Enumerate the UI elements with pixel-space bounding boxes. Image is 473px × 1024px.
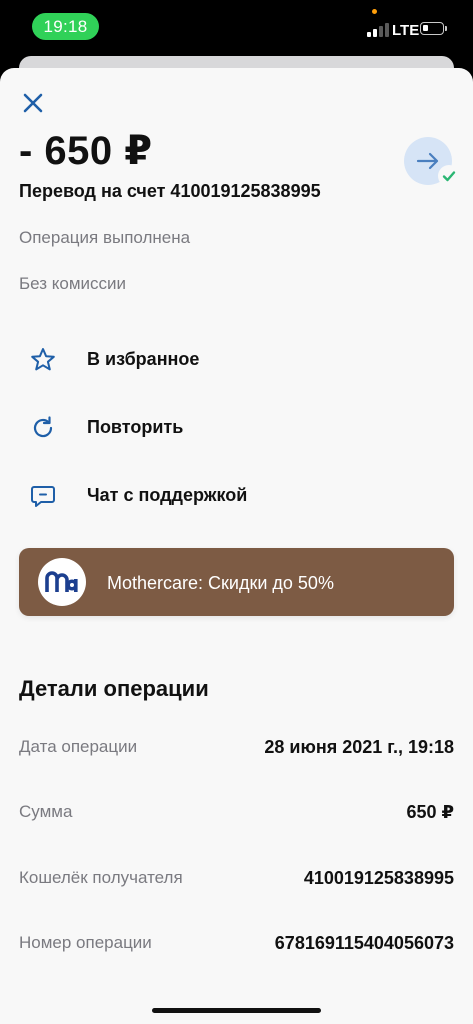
- support-chat-label: Чат с поддержкой: [87, 485, 248, 505]
- repeat-label: Повторить: [87, 417, 184, 437]
- operation-fee: Без комиссии: [19, 274, 127, 293]
- detail-row-date: Дата операции 28 июня 2021 г., 19:18: [19, 737, 454, 761]
- cellular-signal-icon: [367, 23, 389, 37]
- detail-row-operation-number: Номер операции 678169115404056073: [19, 933, 454, 957]
- refresh-icon: [33, 416, 53, 438]
- detail-row-sum: Сумма 650 ₽: [19, 802, 454, 826]
- network-type: LTE: [392, 22, 420, 39]
- battery-icon: [420, 22, 444, 35]
- close-button[interactable]: [20, 90, 46, 116]
- operation-status: Операция выполнена: [19, 228, 191, 247]
- check-icon: [442, 171, 456, 182]
- mothercare-logo: [45, 571, 78, 592]
- chat-icon: [31, 486, 55, 507]
- operation-title: Перевод на счет 410019125838995: [19, 181, 321, 201]
- detail-label: Сумма: [19, 802, 73, 821]
- detail-value: 650 ₽: [406, 802, 454, 822]
- details-title: Детали операции: [19, 676, 209, 701]
- detail-label: Дата операции: [19, 737, 138, 756]
- status-time[interactable]: 19:18: [32, 13, 99, 40]
- support-chat-button[interactable]: Чат с поддержкой: [0, 470, 473, 520]
- mic-indicator-dot: [372, 9, 377, 14]
- repeat-button[interactable]: Повторить: [0, 402, 473, 452]
- detail-row-recipient-wallet: Кошелёк получателя 410019125838995: [19, 868, 454, 892]
- status-bar: 19:18 LTE: [0, 0, 473, 58]
- add-to-favorites-button[interactable]: В избранное: [0, 334, 473, 384]
- promo-logo: [38, 558, 86, 606]
- star-icon: [31, 348, 55, 371]
- battery-tip: [445, 26, 447, 31]
- detail-value: 28 июня 2021 г., 19:18: [264, 737, 454, 757]
- detail-value[interactable]: 678169115404056073: [275, 933, 454, 954]
- promo-text: Mothercare: Скидки до 50%: [107, 573, 334, 593]
- add-to-favorites-label: В избранное: [87, 349, 200, 369]
- detail-value[interactable]: 410019125838995: [304, 868, 454, 889]
- close-icon: [23, 93, 43, 113]
- arrow-right-icon: [416, 152, 439, 170]
- success-badge: [438, 165, 460, 187]
- promo-banner[interactable]: Mothercare: Скидки до 50%: [19, 548, 454, 616]
- detail-label: Номер операции: [19, 933, 152, 952]
- operation-amount: - 650 ₽: [19, 129, 153, 173]
- detail-label: Кошелёк получателя: [19, 868, 183, 887]
- home-indicator[interactable]: [152, 1008, 321, 1013]
